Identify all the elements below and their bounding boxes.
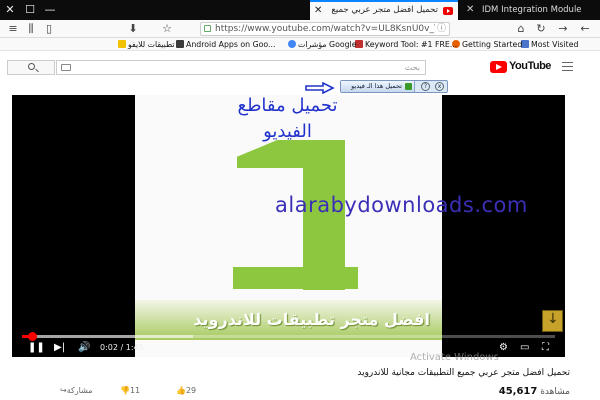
theater-mode-icon[interactable]: ▭: [520, 341, 529, 355]
youtube-wordmark: YouTube: [509, 60, 551, 72]
tab-idm-integration[interactable]: ✕ IDM Integration Module: [460, 0, 600, 20]
url-text: https://www.youtube.com/watch?v=UL8KsnU0…: [215, 24, 435, 34]
like-count: 29: [185, 386, 197, 395]
video-title: تحميل افضل متجر عربي جميع التطبيقات مجان…: [357, 368, 570, 378]
time-separator: /: [117, 343, 126, 352]
youtube-header: YouTube بحث: [0, 52, 600, 82]
tab-close-icon[interactable]: ✕: [466, 0, 474, 20]
folder-icon: [118, 40, 126, 48]
view-count: مشاهدة 45,617: [499, 386, 570, 397]
video-player[interactable]: تحميل مقاطع الفيديو alarabydownloads.com…: [12, 95, 565, 357]
bookmark-keyword-tool[interactable]: Keyword Tool: #1 FRE...: [355, 38, 457, 51]
idm-download-button[interactable]: تحميل هذا الـ فيديو: [341, 81, 415, 92]
idm-help-icon[interactable]: ?: [421, 82, 430, 91]
watermark-text: alarabydownloads.com: [275, 193, 528, 217]
sidebar-icon[interactable]: ▯: [42, 22, 56, 36]
activate-windows-notice: Activate Windows: [410, 352, 499, 363]
tab-youtube-video[interactable]: ✕ تحميل افضل متجر عربي جميع التط: [310, 0, 458, 20]
video-frame: تحميل مقاطع الفيديو alarabydownloads.com…: [135, 95, 527, 357]
caption-line: الفيديو: [263, 121, 312, 142]
search-placeholder: بحث: [404, 63, 420, 72]
idm-close-icon[interactable]: x: [435, 82, 444, 91]
share-label: مشاركة: [66, 386, 93, 395]
settings-gear-icon[interactable]: ⚙: [499, 341, 508, 355]
minimize-window-icon[interactable]: —: [40, 0, 60, 20]
home-icon[interactable]: ⌂: [514, 22, 528, 36]
close-window-icon[interactable]: ✕: [0, 0, 20, 20]
google-icon: [288, 40, 296, 48]
tab-close-icon[interactable]: ✕: [314, 2, 322, 19]
share-button[interactable]: ↪ مشاركة: [60, 386, 93, 395]
next-icon[interactable]: ▶|: [54, 341, 65, 355]
video-caption: تحميل مقاطع الفيديو: [215, 95, 360, 145]
caption-line: تحميل مقاطع: [237, 95, 338, 116]
dislike-button[interactable]: 👎 11: [120, 386, 140, 395]
digit-one-graphic-base: [233, 267, 358, 289]
tab-title: IDM Integration Module: [482, 5, 582, 15]
volume-icon[interactable]: 🔊: [78, 341, 90, 355]
bookmark-getting-started[interactable]: Getting Started: [452, 38, 522, 51]
keyboard-icon[interactable]: [61, 64, 71, 71]
arrow-right-icon: [305, 82, 335, 94]
idm-download-panel[interactable]: تحميل هذا الـ فيديو ? x: [340, 80, 448, 93]
bookmark-android-apps[interactable]: Android Apps on Goo...: [176, 38, 275, 51]
bookmark-star-icon[interactable]: ☆: [160, 22, 174, 36]
address-bar[interactable]: https://www.youtube.com/watch?v=UL8KsnU0…: [200, 22, 450, 36]
progress-bar[interactable]: [22, 332, 555, 341]
lock-icon: [204, 25, 211, 32]
dislike-count: 11: [129, 386, 141, 395]
current-time: 0:02: [100, 343, 118, 352]
bookmark-google-trends[interactable]: مؤشرات Google: [288, 38, 357, 51]
buffered-bar: [22, 335, 193, 338]
youtube-favicon-icon: [443, 7, 453, 15]
navigation-bar: ≡ ⫼ ▯ ⬇ ☆ https://www.youtube.com/watch?…: [0, 20, 600, 38]
video-banner: افضل متجر تطبيقات للاندرويد: [135, 300, 442, 340]
banner-text: افضل متجر تطبيقات للاندرويد: [193, 310, 430, 329]
pause-icon[interactable]: ❚❚: [28, 341, 45, 355]
duration: 1:45: [125, 343, 144, 352]
back-icon[interactable]: ←: [578, 22, 592, 36]
bookmarks-bar: Most Visited Getting Started Keyword Too…: [0, 38, 600, 51]
maximize-window-icon[interactable]: ☐: [20, 0, 40, 20]
scrubber-handle[interactable]: [28, 332, 38, 341]
youtube-play-icon: [490, 61, 507, 73]
bookmark-iphone-apps[interactable]: تطبيقات للايفو: [118, 38, 175, 51]
search-input[interactable]: بحث: [56, 60, 426, 75]
hamburger-menu-icon[interactable]: [562, 62, 573, 71]
search-button[interactable]: [7, 60, 55, 75]
views-number: 45,617: [498, 386, 538, 397]
download-badge-icon: [542, 310, 563, 332]
tab-bar: ✕ ☐ — ✕ IDM Integration Module ✕ تحميل ا…: [0, 0, 600, 20]
reload-icon[interactable]: ↻: [534, 22, 548, 36]
library-icon[interactable]: ⫼: [24, 22, 38, 36]
download-icon[interactable]: ⬇: [126, 22, 140, 36]
info-icon[interactable]: ⓘ: [437, 23, 446, 35]
time-display: 0:02 / 1:45: [100, 341, 144, 355]
tab-title: تحميل افضل متجر عربي جميع التط: [328, 5, 438, 15]
forward-icon[interactable]: →: [556, 22, 570, 36]
android-apps-icon: [176, 40, 184, 48]
menu-icon[interactable]: ≡: [6, 22, 20, 36]
like-button[interactable]: 👍 29: [176, 386, 196, 395]
views-label: مشاهدة: [540, 387, 570, 397]
fullscreen-icon[interactable]: ⛶: [542, 341, 549, 355]
search-icon: [28, 63, 35, 70]
bookmark-most-visited[interactable]: Most Visited: [521, 38, 578, 51]
